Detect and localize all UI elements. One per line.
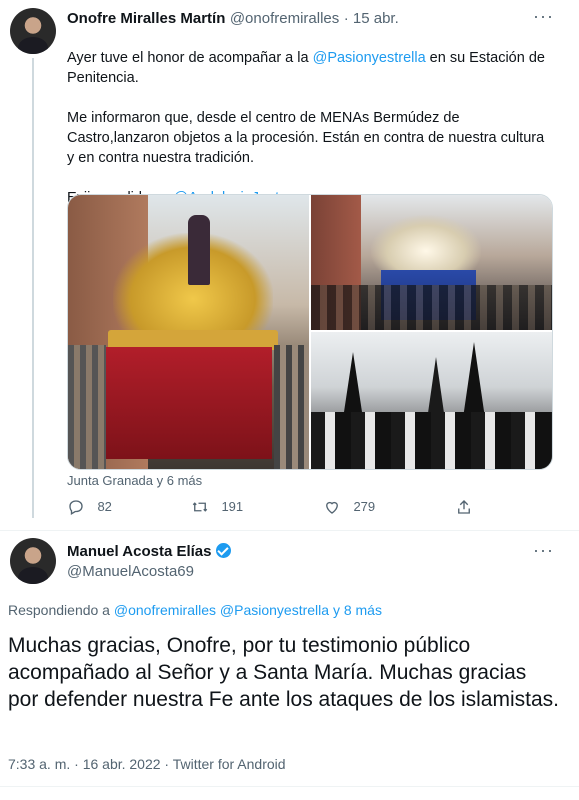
avatar[interactable] — [10, 8, 56, 54]
procession-image[interactable] — [311, 332, 552, 469]
thread-line — [32, 58, 34, 518]
divider — [0, 530, 579, 531]
author-name[interactable]: Onofre Miralles Martín — [67, 10, 225, 27]
avatar[interactable] — [10, 538, 56, 584]
more-icon[interactable]: ··· — [533, 540, 554, 561]
author-handle[interactable]: @ManuelAcosta69 — [67, 563, 194, 580]
like-count: 279 — [353, 499, 376, 515]
retweet-icon — [192, 502, 208, 512]
replying-to-link[interactable]: @onofremiralles @Pasionyestrella y 8 más — [114, 602, 382, 618]
tweet-text: Ayer tuve el honor de acompañar a la @Pa… — [67, 28, 567, 208]
retweet-count: 191 — [221, 499, 244, 515]
like-icon — [326, 501, 338, 514]
like-button[interactable]: 279 — [323, 498, 375, 516]
tweet-header: Manuel Acosta Elías — [67, 543, 231, 561]
media-grid[interactable] — [67, 194, 553, 470]
reply-count: 82 — [97, 499, 112, 515]
mention-link[interactable]: @Pasionyestrella — [313, 50, 426, 66]
action-bar: 82 191 279 — [67, 498, 547, 518]
author-handle[interactable]: @onofremiralles — [230, 10, 339, 27]
divider — [0, 786, 579, 787]
author-name[interactable]: Manuel Acosta Elías — [67, 543, 212, 560]
media-caption[interactable]: Junta Granada y 6 más — [67, 473, 202, 488]
replying-to: Respondiendo a @onofremiralles @Pasionye… — [8, 602, 382, 618]
share-icon — [458, 500, 470, 514]
tweet-header: Onofre Miralles Martín @onofremiralles ·… — [67, 10, 399, 28]
verified-badge-icon — [215, 543, 231, 558]
reply-button[interactable]: 82 — [67, 498, 112, 516]
tweet-time[interactable]: · 15 abr. — [344, 10, 399, 27]
tweet-meta[interactable]: 7:33 a. m. · 16 abr. 2022 · Twitter for … — [8, 756, 286, 772]
reply-icon — [69, 500, 83, 515]
more-icon[interactable]: ··· — [533, 6, 554, 27]
procession-image[interactable] — [311, 195, 552, 330]
tweet-text: Muchas gracias, Onofre, por tu testimoni… — [8, 634, 559, 711]
share-button[interactable] — [455, 498, 473, 516]
procession-image[interactable] — [68, 195, 309, 469]
retweet-button[interactable]: 191 — [191, 498, 243, 516]
